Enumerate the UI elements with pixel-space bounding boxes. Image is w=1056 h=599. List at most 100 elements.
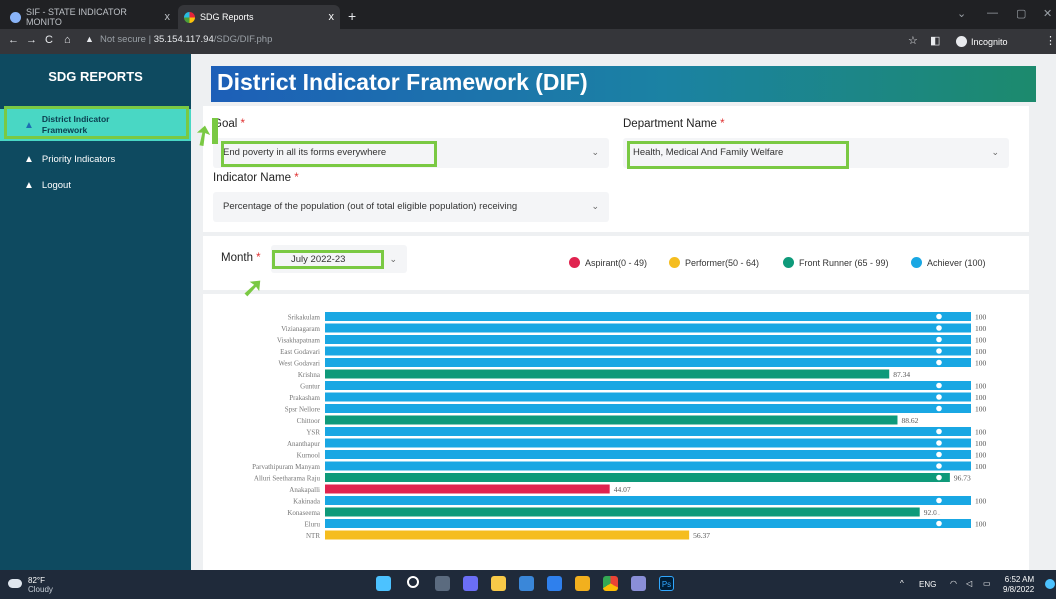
bar[interactable] (325, 323, 971, 333)
bar[interactable] (325, 461, 971, 471)
star-icon[interactable]: ☆ (908, 34, 918, 47)
legend-swatch (911, 257, 922, 268)
bar[interactable] (325, 404, 971, 413)
category-label: Kakinada (293, 498, 321, 506)
goal-select[interactable]: End poverty in all its forms everywhere … (213, 138, 609, 168)
marker-point (936, 325, 942, 331)
new-tab-button[interactable]: + (348, 8, 356, 24)
marker-point (936, 463, 942, 469)
tab-close-button[interactable]: x (165, 11, 171, 23)
data-label: 100 (975, 462, 987, 471)
task-view-icon[interactable] (435, 576, 450, 591)
department-select[interactable]: Health, Medical And Family Welfare ⌄ (623, 138, 1009, 168)
bar[interactable] (325, 507, 920, 517)
menu-icon[interactable]: ⋮ (1045, 34, 1056, 47)
bar[interactable] (325, 450, 971, 459)
bar[interactable] (325, 312, 971, 321)
url-host: 35.154.117.94 (153, 34, 214, 45)
indicator-select[interactable]: Percentage of the population (out of tot… (213, 192, 609, 222)
clock[interactable]: 6:52 AM 9/8/2022 (1003, 575, 1034, 595)
home-icon[interactable]: ⌂ (64, 34, 71, 46)
chevron-down-icon: ⌄ (587, 201, 599, 212)
browser-tab-sif[interactable]: SIF - STATE INDICATOR MONITO x (4, 5, 176, 29)
marker-point (936, 417, 942, 423)
notification-icon[interactable] (1045, 579, 1055, 589)
marker-point (936, 405, 942, 412)
bar[interactable] (325, 473, 950, 482)
address-bar[interactable]: Not secure | 35.154.117.94/SDG/DIF.php (100, 34, 272, 45)
browser-tab-sdg-reports[interactable]: SDG Reports x (178, 5, 340, 29)
legend-swatch (669, 257, 680, 268)
forward-icon[interactable]: → (26, 34, 37, 46)
volume-icon[interactable]: ◁ (966, 579, 972, 588)
category-label: Guntur (300, 383, 321, 391)
month-select[interactable]: July 2022-23 ⌄ (271, 245, 407, 273)
legend-front-runner: Front Runner (65 - 99) (783, 257, 889, 268)
minimize-icon[interactable]: — (987, 7, 998, 19)
app-icon[interactable] (631, 576, 646, 591)
bar[interactable] (325, 346, 971, 356)
photoshop-icon[interactable]: Ps (659, 576, 674, 591)
battery-icon[interactable]: ▭ (983, 579, 991, 588)
category-label: NTR (306, 532, 320, 540)
sidebar-item-priority-indicators[interactable]: ▲ Priority Indicators (0, 151, 191, 167)
sidebar-item-label: Logout (41, 179, 71, 191)
chrome-icon[interactable] (603, 576, 618, 591)
month-card: Month * July 2022-23 ⌄ Aspirant(0 - 49) … (203, 236, 1029, 290)
back-icon[interactable]: ← (8, 34, 19, 46)
tab-title: SIF - STATE INDICATOR MONITO (26, 7, 127, 27)
tab-close-button[interactable]: x (329, 11, 335, 23)
side-panel-icon[interactable]: ◧ (930, 34, 940, 47)
url-path: /SDG/DIF.php (213, 34, 273, 45)
search-icon[interactable] (407, 576, 419, 588)
sticky-notes-icon[interactable] (575, 576, 590, 591)
bar[interactable] (325, 381, 971, 390)
close-window-icon[interactable]: ✕ (1043, 7, 1052, 20)
category-label: Anakapalli (289, 486, 320, 494)
sidebar-item-label: District Indicator Framework (41, 114, 110, 135)
incognito-indicator[interactable]: Incognito (951, 33, 1013, 50)
data-label: 96.73 (954, 474, 971, 483)
marker-point (936, 486, 942, 492)
wifi-icon[interactable]: ◠ (950, 579, 957, 588)
bar[interactable] (325, 484, 610, 494)
tab-search-icon[interactable]: ⌄ (957, 7, 966, 20)
data-label: 100 (975, 451, 987, 460)
bar[interactable] (325, 358, 971, 367)
tab-title: SDG Reports (200, 12, 254, 22)
bar[interactable] (325, 369, 890, 379)
language-indicator[interactable]: ENG (919, 580, 936, 589)
legend-achiever: Achiever (100) (911, 257, 986, 268)
marker-point (936, 428, 942, 435)
marker-point (936, 474, 942, 481)
chat-icon[interactable] (463, 576, 478, 591)
bar[interactable] (325, 427, 971, 436)
restore-icon[interactable]: ▢ (1016, 7, 1026, 20)
sidebar-item-district-indicator-framework[interactable]: ▲ District Indicator Framework (0, 109, 191, 141)
bar[interactable] (325, 392, 971, 402)
bar[interactable] (325, 438, 971, 448)
bar[interactable] (325, 415, 898, 425)
tray-chevron-icon[interactable]: ^ (900, 579, 904, 588)
indicator-label: Indicator Name * (213, 172, 299, 184)
mail-icon[interactable] (547, 576, 562, 591)
bar[interactable] (325, 519, 971, 528)
bar[interactable] (325, 530, 690, 540)
browser-tab-bar: SIF - STATE INDICATOR MONITO x SDG Repor… (0, 0, 1056, 29)
reload-icon[interactable]: C (45, 34, 53, 46)
category-label: East Godavari (280, 348, 320, 356)
windows-start-icon[interactable] (376, 576, 391, 591)
data-label: 100 (975, 324, 987, 333)
chevron-down-icon: ⌄ (389, 254, 397, 264)
bar[interactable] (325, 496, 971, 505)
category-label: Srikakulam (288, 314, 321, 322)
sidebar-item-logout[interactable]: ▲ Logout (0, 177, 191, 193)
category-label: Ananthapur (287, 440, 321, 448)
indicator-value: Percentage of the population (out of tot… (223, 201, 518, 212)
file-explorer-icon[interactable] (491, 576, 506, 591)
marker-point (936, 394, 942, 400)
store-icon[interactable] (519, 576, 534, 591)
user-icon: ▲ (24, 179, 34, 191)
weather-widget[interactable]: 82°F Cloudy (28, 576, 53, 594)
bar[interactable] (325, 335, 971, 344)
